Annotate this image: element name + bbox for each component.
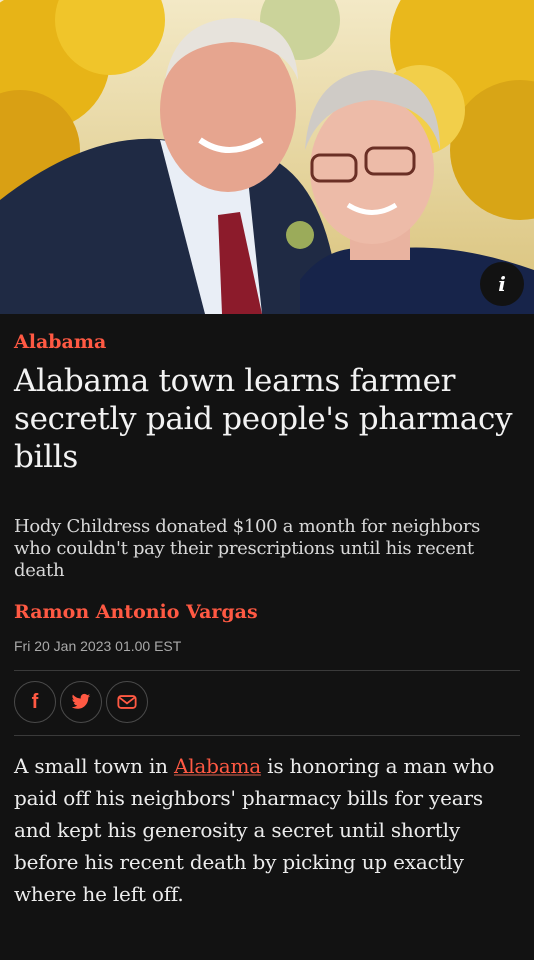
divider: [14, 735, 520, 736]
hero-image: [0, 0, 534, 314]
twitter-icon: [71, 693, 91, 709]
headline: Alabama town learns farmer secretly paid…: [14, 363, 513, 475]
alabama-link[interactable]: Alabama: [174, 754, 261, 778]
share-email-button[interactable]: [106, 681, 148, 723]
hero-photo: i: [0, 0, 534, 314]
publish-date: Fri 20 Jan 2023 01.00 EST: [14, 638, 182, 654]
article: Alabama Alabama town learns farmer secre…: [0, 330, 534, 910]
facebook-icon: f: [31, 690, 39, 713]
info-icon[interactable]: i: [480, 262, 524, 306]
divider: [14, 670, 520, 671]
body-text: A small town in: [14, 754, 174, 778]
byline-author[interactable]: Ramon Antonio Vargas: [14, 600, 520, 624]
article-body-paragraph: A small town in Alabama is honoring a ma…: [14, 750, 520, 910]
share-buttons: f: [14, 681, 520, 723]
share-twitter-button[interactable]: [60, 681, 102, 723]
email-icon: [117, 695, 137, 709]
standfirst: Hody Childress donated $100 a month for …: [14, 516, 481, 581]
share-facebook-button[interactable]: f: [14, 681, 56, 723]
section-kicker[interactable]: Alabama: [14, 330, 520, 354]
